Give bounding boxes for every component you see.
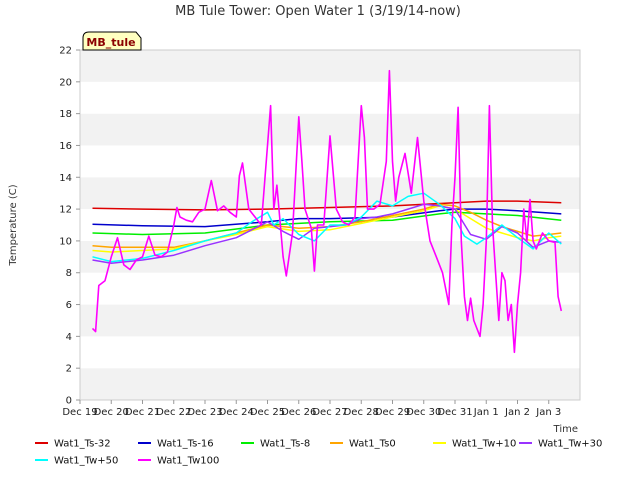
chart-title: MB Tule Tower: Open Water 1 (3/19/14-now… <box>175 4 461 19</box>
y-tick-label: 0 <box>66 396 72 407</box>
x-axis-ticks: Dec 19Dec 20Dec 21Dec 22Dec 23Dec 24Dec … <box>62 400 561 418</box>
grid-band <box>80 336 580 369</box>
grid-band <box>80 50 580 82</box>
x-tick-label: Dec 27 <box>312 407 347 418</box>
grid-band <box>80 304 580 337</box>
legend-label: Wat1_Tw+50 <box>54 456 118 467</box>
legend-label: Wat1_Ts-32 <box>54 439 111 450</box>
x-tick-label: Dec 29 <box>375 407 410 418</box>
x-tick-label: Dec 25 <box>250 407 285 418</box>
chart: 0246810121416182022 Dec 19Dec 20Dec 21De… <box>8 4 602 467</box>
legend-label: Wat1_Tw100 <box>157 456 219 467</box>
grid-band <box>80 240 580 273</box>
y-tick-label: 8 <box>66 268 72 279</box>
grid-band <box>80 177 580 210</box>
grid-band <box>80 145 580 178</box>
legend-label: Wat1_Ts0 <box>349 439 396 450</box>
y-tick-label: 4 <box>66 332 72 343</box>
x-tick-label: Jan 1 <box>473 407 499 418</box>
legend-label: Wat1_Ts-16 <box>157 439 214 450</box>
y-tick-label: 2 <box>66 364 72 375</box>
y-axis-label: Temperature (C) <box>8 184 19 266</box>
y-tick-label: 6 <box>66 300 72 311</box>
y-tick-label: 18 <box>59 109 72 120</box>
x-tick-label: Jan 2 <box>504 407 530 418</box>
x-tick-label: Dec 22 <box>156 407 191 418</box>
x-tick-label: Jan 3 <box>535 407 561 418</box>
x-axis-label: Time <box>553 424 578 435</box>
y-tick-label: 12 <box>59 205 72 216</box>
x-tick-label: Dec 30 <box>406 407 441 418</box>
x-tick-label: Dec 24 <box>219 407 254 418</box>
x-tick-label: Dec 19 <box>62 407 97 418</box>
legend-label: Wat1_Ts-8 <box>260 439 310 450</box>
y-tick-label: 14 <box>59 173 72 184</box>
grid-band <box>80 81 580 114</box>
legend-label: Wat1_Tw+30 <box>538 439 602 450</box>
grid-band <box>80 368 580 400</box>
station-badge: MB_tule <box>82 31 142 51</box>
y-tick-label: 10 <box>59 236 72 247</box>
y-tick-label: 22 <box>59 46 72 57</box>
legend-label: Wat1_Tw+10 <box>452 439 516 450</box>
y-axis-ticks: 0 2 4 6 8 10 12 14 16 18 20 22 <box>59 46 80 407</box>
x-tick-label: Dec 20 <box>94 407 129 418</box>
y-tick-label: 16 <box>59 141 72 152</box>
x-tick-label: Dec 28 <box>344 407 379 418</box>
x-tick-label: Dec 21 <box>125 407 160 418</box>
x-tick-label: Dec 23 <box>187 407 222 418</box>
x-tick-label: Dec 26 <box>281 407 316 418</box>
y-tick-label: 20 <box>59 77 72 88</box>
station-badge-label: MB_tule <box>86 36 135 49</box>
legend: Wat1_Ts-32 Wat1_Ts-16 Wat1_Ts-8 Wat1_Ts0 Wat… <box>35 439 602 467</box>
x-tick-label: Dec 31 <box>437 407 472 418</box>
